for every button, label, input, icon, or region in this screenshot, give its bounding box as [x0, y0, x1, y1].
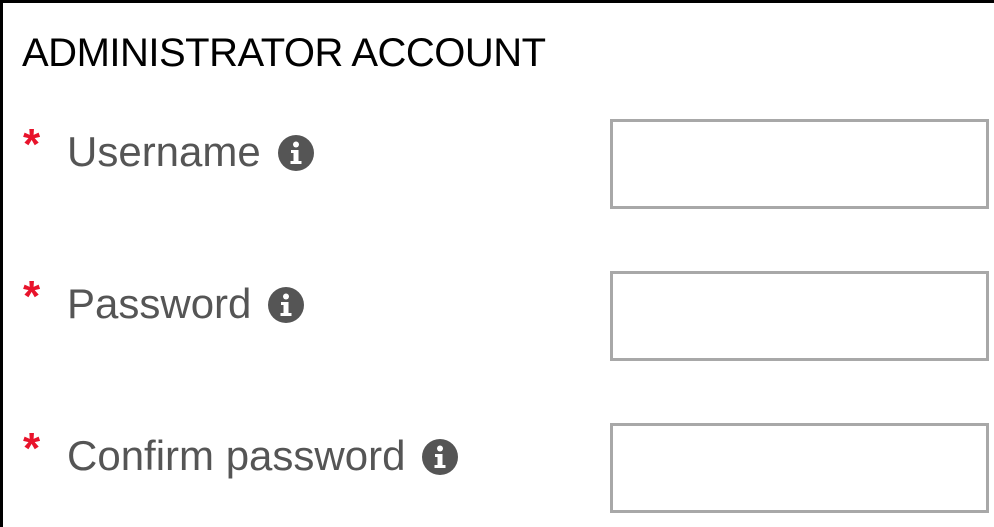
username-row: * Username [3, 119, 994, 211]
administrator-account-panel: ADMINISTRATOR ACCOUNT * Username * Passw… [0, 0, 994, 527]
required-asterisk: * [23, 120, 41, 169]
username-label: Username [67, 127, 315, 177]
password-label: Password [67, 279, 305, 329]
username-label-text: Username [67, 128, 261, 175]
info-circle-icon[interactable] [421, 438, 459, 476]
confirm-password-label-text: Confirm password [67, 432, 406, 479]
password-row: * Password [3, 271, 994, 363]
info-circle-icon[interactable] [277, 134, 315, 172]
password-input[interactable] [610, 271, 989, 361]
confirm-password-input[interactable] [610, 423, 989, 513]
username-input[interactable] [610, 119, 989, 209]
confirm-password-row: * Confirm password [3, 423, 994, 515]
required-asterisk: * [23, 424, 41, 473]
section-title: ADMINISTRATOR ACCOUNT [22, 31, 546, 75]
confirm-password-label: Confirm password [67, 431, 459, 481]
password-label-text: Password [67, 280, 252, 327]
required-asterisk: * [23, 272, 41, 321]
info-circle-icon[interactable] [267, 286, 305, 324]
